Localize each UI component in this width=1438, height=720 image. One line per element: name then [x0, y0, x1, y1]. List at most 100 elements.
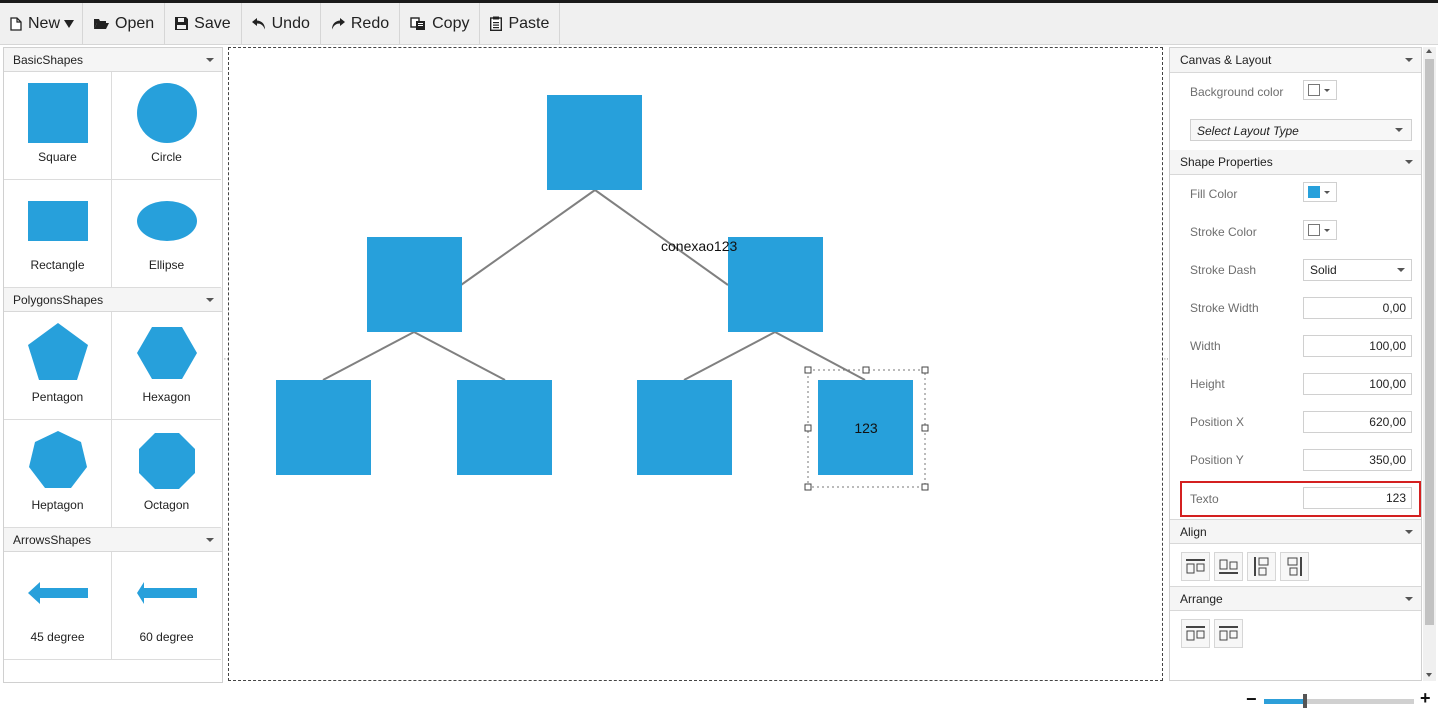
collapse-chevron-icon — [206, 297, 214, 302]
align-bottom-button[interactable] — [1214, 552, 1243, 581]
arrows-shapes-title: ArrowsShapes — [13, 532, 92, 547]
palette-item-heptagon[interactable]: Heptagon — [4, 420, 112, 528]
arrange-title: Arrange — [1180, 591, 1223, 606]
connector-line[interactable] — [413, 331, 506, 381]
collapse-chevron-icon — [1405, 160, 1413, 164]
palette-item-arrow-60[interactable]: 60 degree — [112, 552, 221, 660]
resize-handle[interactable] — [921, 424, 929, 432]
palette-item-octagon[interactable]: Octagon — [112, 420, 221, 528]
stroke-dash-select[interactable]: Solid — [1303, 259, 1412, 281]
polygons-shapes-grid: Pentagon Hexagon Heptagon Octagon — [4, 312, 222, 528]
position-y-field[interactable]: 350,00 — [1303, 449, 1412, 471]
scroll-up-arrow-icon[interactable] — [1426, 49, 1432, 53]
diagram-node[interactable] — [728, 237, 823, 332]
diagram-node[interactable] — [367, 237, 462, 332]
open-button[interactable]: Open — [83, 3, 166, 44]
connector-line[interactable] — [460, 189, 596, 286]
zoom-out-button[interactable]: − — [1246, 689, 1257, 710]
folder-open-icon — [94, 19, 110, 29]
texto-field[interactable]: 123 — [1303, 487, 1412, 509]
zoom-in-button[interactable]: + — [1420, 688, 1431, 709]
align-buttons — [1170, 544, 1421, 584]
resize-handle[interactable] — [804, 483, 812, 491]
diagram-node[interactable] — [457, 380, 552, 475]
diagram-canvas[interactable]: conexao123 123 — [228, 47, 1163, 681]
palette-item-ellipse[interactable]: Ellipse — [112, 180, 221, 288]
connector-line[interactable] — [774, 331, 866, 381]
redo-button[interactable]: Redo — [321, 3, 401, 44]
palette-item-pentagon[interactable]: Pentagon — [4, 312, 112, 420]
arrange-header[interactable]: Arrange — [1170, 586, 1421, 611]
diagram-node[interactable] — [547, 95, 642, 190]
layout-type-row: Select Layout Type — [1170, 111, 1421, 150]
polygons-shapes-header[interactable]: PolygonsShapes — [4, 288, 222, 312]
resize-handle[interactable] — [921, 366, 929, 374]
background-color-row: Background color — [1170, 73, 1421, 111]
canvas-layout-title: Canvas & Layout — [1180, 53, 1272, 67]
align-header[interactable]: Align — [1170, 519, 1421, 544]
background-color-picker[interactable] — [1303, 80, 1337, 100]
shape-properties-header[interactable]: Shape Properties — [1170, 150, 1421, 175]
palette-item-arrow-45[interactable]: 45 degree — [4, 552, 112, 660]
palette-item-rectangle[interactable]: Rectangle — [4, 180, 112, 288]
bring-to-front-button[interactable] — [1181, 619, 1210, 648]
dropdown-caret-icon — [1397, 268, 1405, 272]
resize-handle[interactable] — [804, 424, 812, 432]
color-swatch — [1308, 186, 1320, 198]
stroke-color-picker[interactable] — [1303, 220, 1337, 240]
palette-item-hexagon[interactable]: Hexagon — [112, 312, 221, 420]
new-button[interactable]: New — [0, 3, 64, 44]
align-right-button[interactable] — [1280, 552, 1309, 581]
position-x-field[interactable]: 620,00 — [1303, 411, 1412, 433]
align-left-button[interactable] — [1247, 552, 1276, 581]
diagram-node[interactable] — [276, 380, 371, 475]
position-y-label: Position Y — [1190, 453, 1244, 467]
align-top-button[interactable] — [1181, 552, 1210, 581]
save-button[interactable]: Save — [165, 3, 242, 44]
paste-button[interactable]: Paste — [480, 3, 561, 44]
width-row: Width 100,00 — [1170, 327, 1421, 365]
resize-handle[interactable] — [804, 366, 812, 374]
undo-label: Undo — [271, 14, 310, 32]
palette-item-label: Heptagon — [31, 498, 84, 512]
resize-handle[interactable] — [921, 483, 929, 491]
zoom-slider-fill — [1264, 699, 1305, 704]
zoom-slider[interactable] — [1264, 694, 1414, 708]
copy-button[interactable]: Copy — [400, 3, 481, 44]
fill-color-picker[interactable] — [1303, 182, 1337, 202]
properties-scrollbar[interactable] — [1423, 47, 1436, 681]
palette-item-square[interactable]: Square — [4, 72, 112, 180]
redo-icon — [331, 17, 345, 29]
color-swatch — [1308, 84, 1320, 96]
palette-item-label: Rectangle — [30, 258, 85, 272]
palette-item-circle[interactable]: Circle — [112, 72, 221, 180]
basic-shapes-header[interactable]: BasicShapes — [4, 48, 222, 72]
fill-color-label: Fill Color — [1190, 187, 1238, 201]
new-dropdown-button[interactable] — [64, 3, 84, 44]
polygons-shapes-title: PolygonsShapes — [13, 292, 104, 307]
arrows-shapes-header[interactable]: ArrowsShapes — [4, 528, 222, 552]
layout-type-select[interactable]: Select Layout Type — [1190, 119, 1412, 141]
octagon-shape-icon — [138, 433, 195, 489]
new-file-icon — [10, 16, 22, 31]
basic-shapes-title: BasicShapes — [13, 52, 84, 67]
scrollbar-thumb[interactable] — [1425, 59, 1434, 625]
resize-handle[interactable] — [862, 366, 870, 374]
height-field[interactable]: 100,00 — [1303, 373, 1412, 395]
collapse-chevron-icon — [206, 57, 214, 62]
width-field[interactable]: 100,00 — [1303, 335, 1412, 357]
stroke-width-field[interactable]: 0,00 — [1303, 297, 1412, 319]
zoom-slider-thumb[interactable] — [1302, 694, 1307, 708]
undo-button[interactable]: Undo — [242, 3, 321, 44]
align-right-icon — [1287, 557, 1302, 576]
canvas-layout-header[interactable]: Canvas & Layout — [1170, 48, 1421, 73]
scroll-down-arrow-icon[interactable] — [1426, 673, 1432, 677]
width-label: Width — [1190, 339, 1221, 353]
connector-line[interactable] — [683, 331, 776, 381]
collapse-chevron-icon — [1405, 58, 1413, 62]
connector-line[interactable] — [322, 331, 415, 381]
diagram-node[interactable] — [637, 380, 732, 475]
send-to-back-button[interactable] — [1214, 619, 1243, 648]
dropdown-caret-icon — [1324, 229, 1330, 232]
left-arrow-shape-icon — [136, 582, 197, 604]
